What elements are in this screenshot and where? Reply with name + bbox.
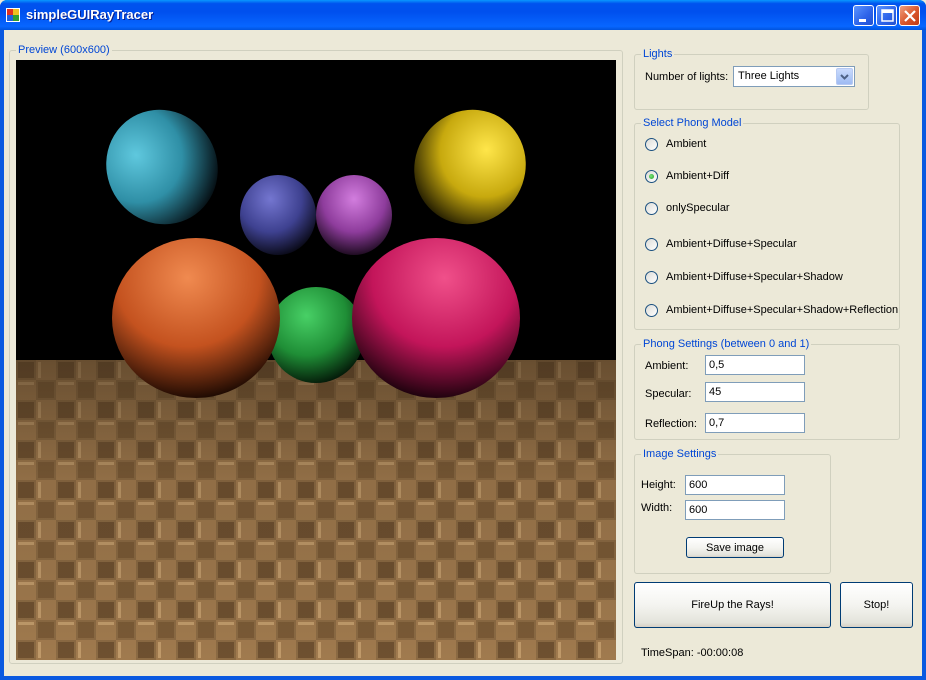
radio-selected-dot: [649, 174, 654, 179]
minimize-icon: [859, 19, 866, 22]
sphere-magenta: [316, 175, 392, 255]
close-button[interactable]: [899, 5, 920, 26]
radio-circle[interactable]: [645, 202, 658, 215]
sphere-green: [268, 287, 364, 383]
stop-button[interactable]: Stop!: [840, 582, 913, 628]
reflection-label: Reflection:: [645, 418, 697, 430]
specular-input[interactable]: [705, 382, 805, 402]
phong-model-group-label: Select Phong Model: [641, 117, 744, 129]
lights-group-label: Lights: [641, 48, 675, 60]
radio-label: Ambient: [666, 138, 707, 150]
radio-label: Ambient+Diffuse+Specular: [666, 238, 797, 250]
radio-circle[interactable]: [645, 238, 658, 251]
title-bar[interactable]: simpleGUIRayTracer: [0, 0, 926, 30]
window-title: simpleGUIRayTracer: [26, 7, 154, 22]
sphere-pink: [352, 238, 520, 398]
image-settings-group-label: Image Settings: [641, 448, 719, 460]
close-icon: [904, 10, 916, 22]
save-image-button[interactable]: Save image: [686, 537, 784, 558]
phong-model-group: Select Phong Model: [634, 117, 900, 330]
minimize-button[interactable]: [853, 5, 874, 26]
ambient-label: Ambient:: [645, 360, 689, 372]
height-label: Height:: [641, 479, 676, 491]
dropdown-button[interactable]: [836, 68, 853, 85]
floor: [16, 360, 616, 660]
width-input[interactable]: [685, 500, 785, 520]
timespan-text: TimeSpan: -00:00:08: [641, 647, 744, 659]
phong-settings-group-label: Phong Settings (between 0 and 1): [641, 338, 812, 350]
lights-count-label: Number of lights:: [645, 71, 729, 83]
lights-count-select[interactable]: Three Lights: [733, 66, 855, 87]
maximize-icon: [881, 9, 894, 22]
radio-circle[interactable]: [645, 138, 658, 151]
radio-circle[interactable]: [645, 271, 658, 284]
app-icon: [6, 8, 20, 22]
sphere-indigo: [240, 175, 316, 255]
ambient-input[interactable]: [705, 355, 805, 375]
radio-label: onlySpecular: [666, 202, 730, 214]
rendered-scene: [16, 60, 616, 660]
height-input[interactable]: [685, 475, 785, 495]
radio-label: Ambient+Diff: [666, 170, 730, 182]
fire-rays-button[interactable]: FireUp the Rays!: [634, 582, 831, 628]
window-frame-bottom: [0, 676, 926, 680]
chevron-down-icon: [840, 74, 849, 80]
radio-label: Ambient+Diffuse+Specular+Shadow+Reflecti…: [666, 304, 899, 316]
radio-circle[interactable]: [645, 304, 658, 317]
radio-circle[interactable]: [645, 170, 658, 183]
width-label: Width:: [641, 502, 673, 514]
reflection-input[interactable]: [705, 413, 805, 433]
preview-group-label: Preview (600x600): [16, 44, 112, 56]
maximize-button[interactable]: [876, 5, 897, 26]
sphere-orange: [112, 238, 280, 398]
render-preview: [16, 60, 616, 660]
lights-count-value: Three Lights: [738, 70, 800, 82]
radio-label: Ambient+Diffuse+Specular+Shadow: [666, 271, 843, 283]
specular-label: Specular:: [645, 388, 692, 400]
